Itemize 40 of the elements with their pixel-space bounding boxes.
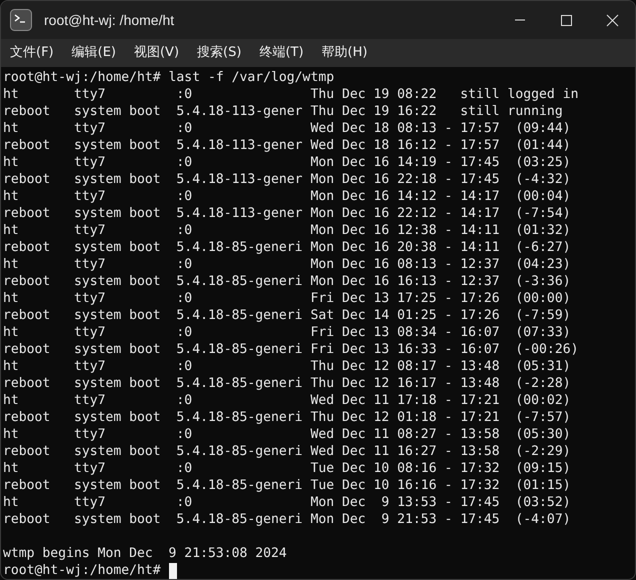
output-line: reboot system boot 5.4.18-85-generi Thu Dec 12 01:18 - 17:21 (-7:57)	[3, 409, 571, 426]
output-line: reboot system boot 5.4.18-85-generi Mon Dec 9 21:53 - 17:45 (-4:07)	[3, 511, 571, 528]
output-line: reboot system boot 5.4.18-85-generi Wed Dec 11 16:27 - 13:58 (-2:29)	[3, 443, 571, 460]
maximize-icon	[560, 14, 572, 26]
menu-item[interactable]: 终端(T)	[254, 41, 309, 65]
menu-item[interactable]: 编辑(E)	[66, 41, 121, 65]
output-line: ht tty7 :0 Fri Dec 13 17:25 - 17:26 (00:00)	[3, 290, 571, 307]
terminal-icon	[10, 9, 32, 31]
output-line: reboot system boot 5.4.18-113-gener Mon Dec 16 22:12 - 14:17 (-7:54)	[3, 205, 571, 222]
output-line: ht tty7 :0 Mon Dec 16 14:19 - 17:45 (03:25)	[3, 154, 571, 171]
close-icon	[606, 14, 618, 26]
output-line: reboot system boot 5.4.18-85-generi Sat Dec 14 01:25 - 17:26 (-7:59)	[3, 307, 571, 324]
output-line: ht tty7 :0 Wed Dec 18 08:13 - 17:57 (09:44)	[3, 120, 571, 137]
output-line: reboot system boot 5.4.18-85-generi Fri Dec 13 16:33 - 16:07 (-00:26)	[3, 341, 578, 358]
menu-item[interactable]: 视图(V)	[128, 41, 184, 65]
command-line: root@ht-wj:/home/ht# last -f /var/log/wtmp	[3, 69, 334, 86]
output-line: reboot system boot 5.4.18-85-generi Thu Dec 12 16:17 - 13:48 (-2:28)	[3, 375, 571, 392]
output-line: ht tty7 :0 Fri Dec 13 08:34 - 16:07 (07:33)	[3, 324, 571, 341]
output-line: ht tty7 :0 Mon Dec 16 14:12 - 14:17 (00:04)	[3, 188, 571, 205]
output-line: reboot system boot 5.4.18-113-gener Thu Dec 19 16:22 still running	[3, 103, 563, 120]
window-title: root@ht-wj: /home/ht	[44, 10, 176, 30]
output-line: ht tty7 :0 Mon Dec 16 12:38 - 14:11 (01:32)	[3, 222, 571, 239]
output-line: reboot system boot 5.4.18-113-gener Wed Dec 18 16:12 - 17:57 (01:44)	[3, 137, 571, 154]
output-line: reboot system boot 5.4.18-113-gener Mon Dec 16 22:18 - 17:45 (-4:32)	[3, 171, 571, 188]
cursor	[168, 562, 177, 578]
output-line: reboot system boot 5.4.18-85-generi Tue Dec 10 16:16 - 17:32 (01:15)	[3, 477, 571, 494]
menu-item[interactable]: 文件(F)	[5, 41, 59, 65]
output-line: ht tty7 :0 Mon Dec 9 13:53 - 17:45 (03:52)	[3, 494, 571, 511]
output-line: ht tty7 :0 Thu Dec 19 08:22 still logged in	[3, 86, 578, 103]
output-line: ht tty7 :0 Wed Dec 11 17:18 - 17:21 (00:02)	[3, 392, 571, 409]
output-line: ht tty7 :0 Mon Dec 16 08:13 - 12:37 (04:23)	[3, 256, 571, 273]
output-line: ht tty7 :0 Wed Dec 11 08:27 - 13:58 (05:30)	[3, 426, 571, 443]
menu-item[interactable]: 搜索(S)	[192, 41, 246, 65]
menu-item[interactable]: 帮助(H)	[316, 41, 372, 65]
output-line: wtmp begins Mon Dec 9 21:53:08 2024	[3, 545, 287, 562]
output-line: ht tty7 :0 Thu Dec 12 08:17 - 13:48 (05:31)	[3, 358, 571, 375]
prompt: root@ht-wj:/home/ht#	[3, 562, 161, 579]
output-line: reboot system boot 5.4.18-85-generi Mon Dec 16 16:13 - 12:37 (-3:36)	[3, 273, 571, 290]
output-line: reboot system boot 5.4.18-85-generi Mon Dec 16 20:38 - 14:11 (-6:27)	[3, 239, 571, 256]
output-line: ht tty7 :0 Tue Dec 10 08:16 - 17:32 (09:15)	[3, 460, 571, 477]
